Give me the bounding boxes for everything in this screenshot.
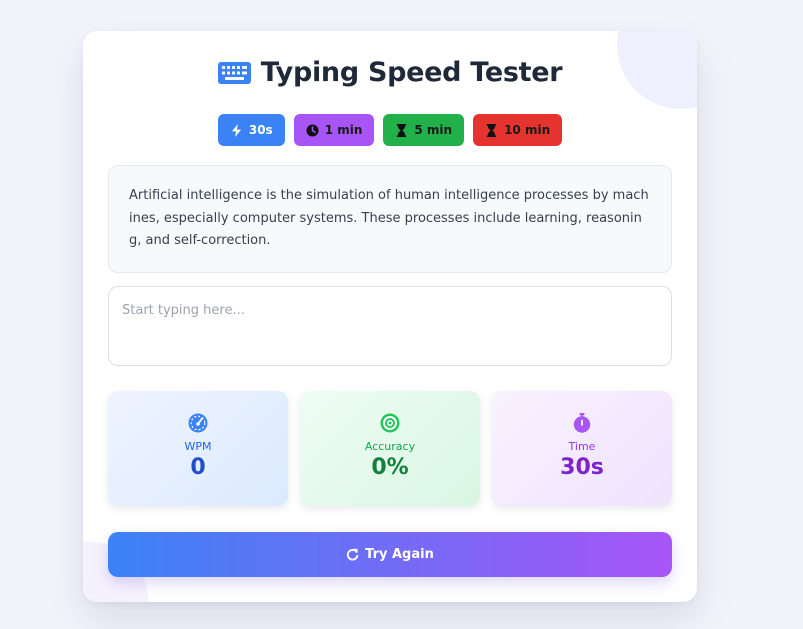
time-label: Time	[568, 440, 596, 453]
wpm-stat-card: WPM 0	[108, 391, 288, 506]
typing-input[interactable]	[108, 286, 672, 366]
bolt-icon	[231, 123, 242, 137]
wpm-value: 0	[190, 455, 206, 480]
time-stat-card: Time 30s	[492, 391, 672, 506]
page-title: Typing Speed Tester	[260, 57, 563, 88]
wpm-label: WPM	[184, 440, 212, 453]
clock-icon	[306, 123, 319, 137]
target-icon	[380, 413, 400, 433]
mode-10-min-button[interactable]: 10 min	[473, 114, 563, 146]
stats-panel: WPM 0 Accuracy 0% Time 30s	[108, 391, 672, 506]
mode-1-min-button[interactable]: 1 min	[293, 114, 375, 146]
hourglass-icon	[486, 123, 497, 137]
redo-icon	[347, 548, 359, 561]
try-again-label: Try Again	[365, 547, 434, 562]
mode-label: 1 min	[324, 123, 363, 137]
mode-30s-button[interactable]: 30s	[217, 114, 285, 146]
time-value: 30s	[560, 455, 604, 480]
keyboard-icon	[217, 61, 251, 84]
mode-label: 10 min	[504, 123, 551, 137]
mode-5-min-button[interactable]: 5 min	[383, 114, 465, 146]
typing-test-card: Typing Speed Tester 30s 1 min 5 min 10 m…	[83, 31, 697, 602]
hourglass-icon	[397, 123, 407, 137]
accuracy-label: Accuracy	[364, 440, 416, 453]
passage-text: Artificial intelligence is the simulatio…	[108, 165, 672, 273]
accuracy-stat-card: Accuracy 0%	[300, 391, 480, 506]
gauge-icon	[188, 413, 208, 433]
mode-label: 30s	[248, 123, 273, 137]
duration-selector: 30s 1 min 5 min 10 min	[83, 114, 697, 146]
try-again-button[interactable]: Try Again	[108, 532, 672, 577]
header: Typing Speed Tester	[83, 57, 697, 88]
stopwatch-icon	[573, 413, 591, 433]
mode-label: 5 min	[414, 123, 453, 137]
accuracy-value: 0%	[371, 455, 409, 480]
